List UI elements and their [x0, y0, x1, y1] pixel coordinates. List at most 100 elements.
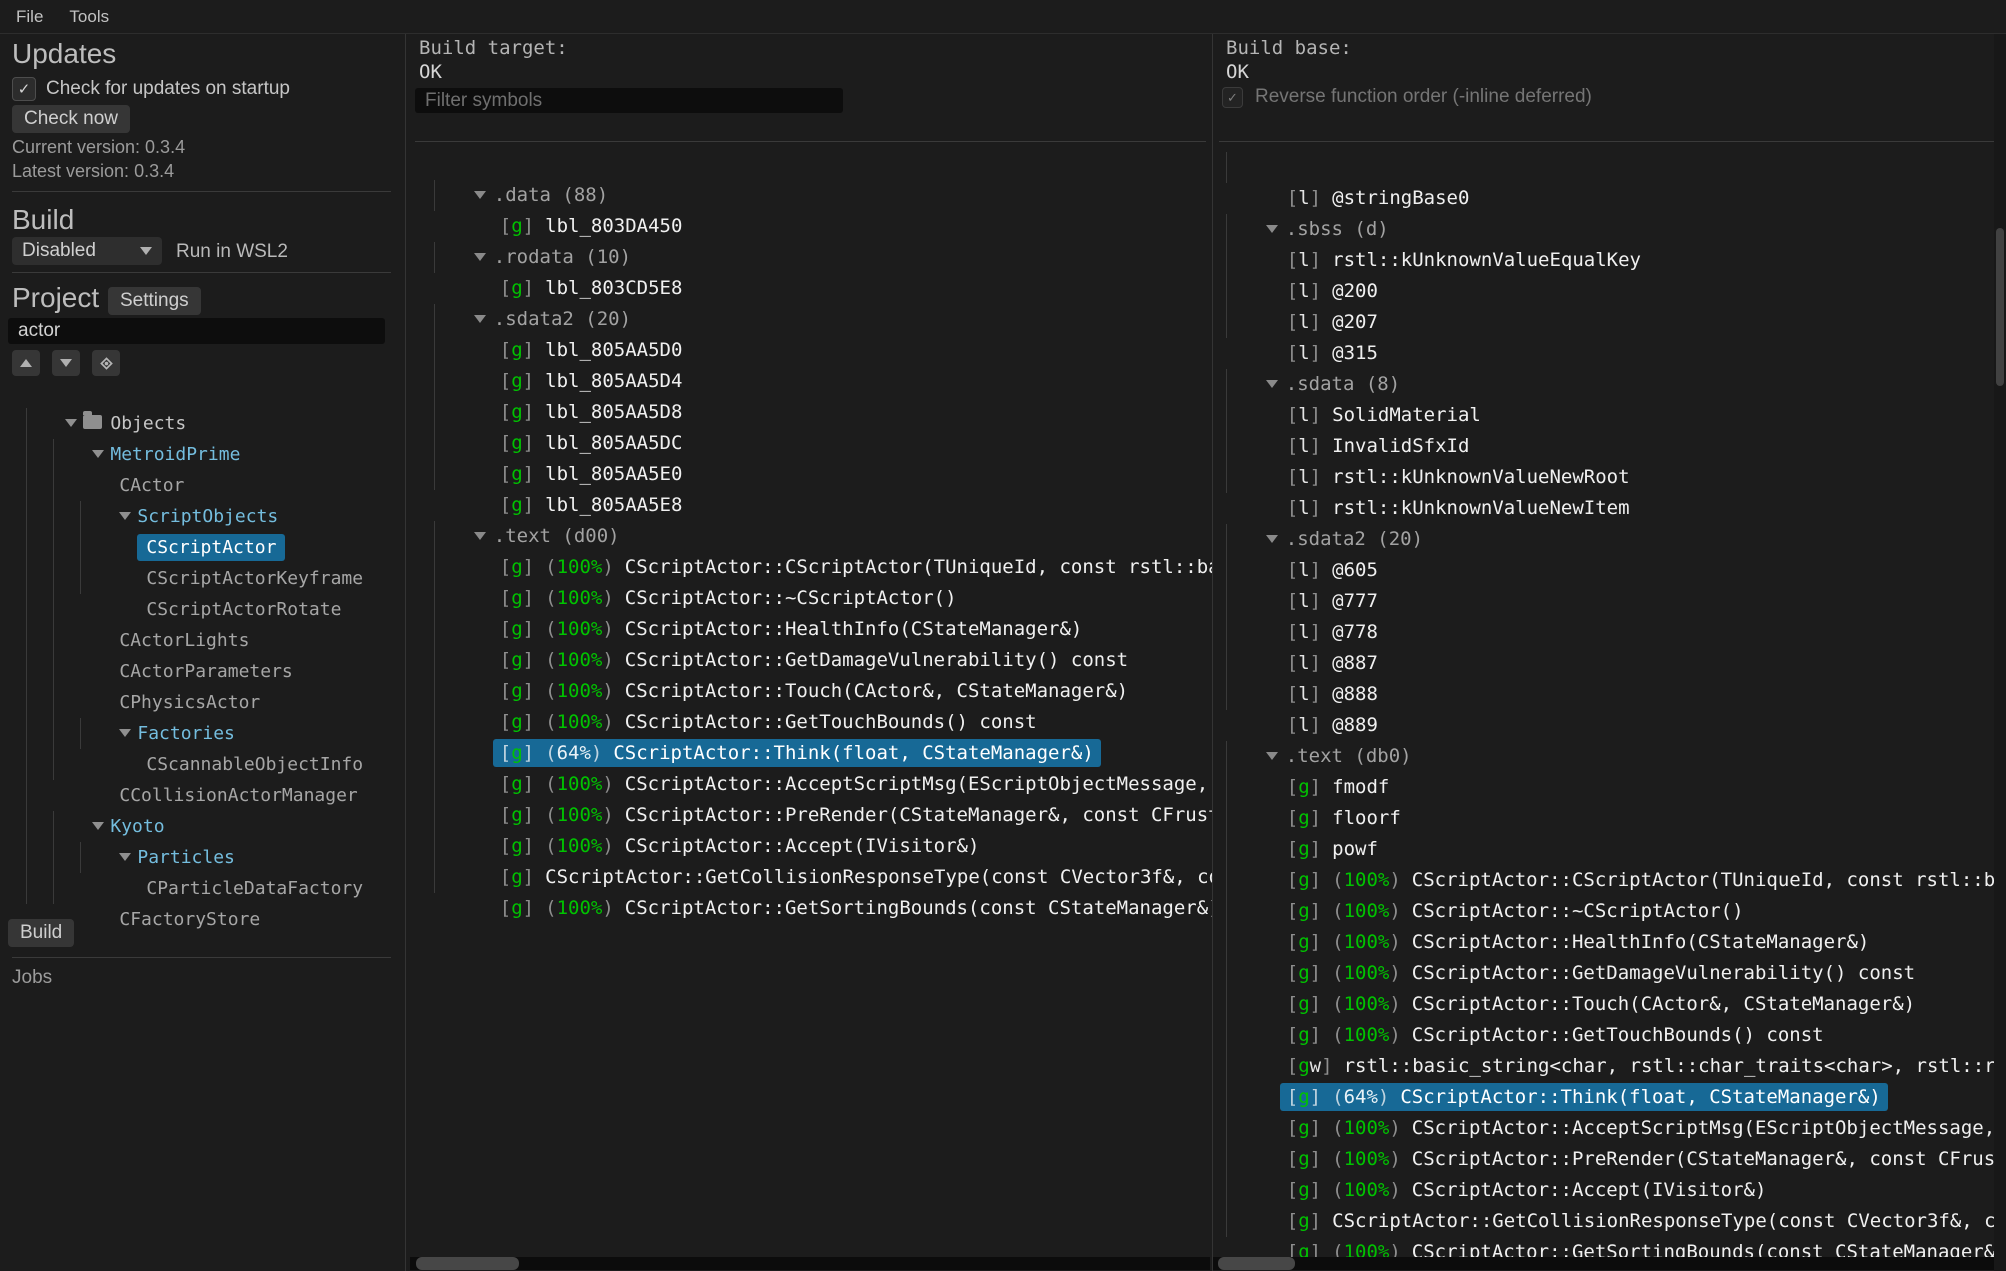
tree-item[interactable]: CScriptActorKeyframe — [0, 532, 405, 563]
symbol-row[interactable]: [g]lbl_803DA450 — [406, 180, 1212, 211]
symbol-row[interactable]: [g]CScriptActor::GetCollisionResponseTyp… — [1213, 1175, 2006, 1206]
filter-symbols-input[interactable]: Filter symbols — [415, 88, 843, 113]
symbol-row[interactable]: [g]fmodf — [1213, 741, 2006, 772]
symbol-row[interactable]: [l]@777 — [1213, 555, 2006, 586]
symbol-row[interactable]: [l]@stringBase0 — [1213, 152, 2006, 183]
build-button[interactable]: Build — [8, 919, 74, 947]
vertical-scrollbar[interactable] — [1994, 34, 2006, 1271]
menu-file[interactable]: File — [16, 7, 43, 27]
symbol-row[interactable]: [g]64%CScriptActor::Think(float, CStateM… — [406, 707, 1212, 738]
next-match-button[interactable] — [52, 350, 80, 376]
object-search-input[interactable]: actor — [8, 318, 385, 344]
symbol-row[interactable]: [g]powf — [1213, 803, 2006, 834]
symbol-row[interactable]: [g]100%CScriptActor::Touch(CActor&, CSta… — [406, 645, 1212, 676]
section-row[interactable]: .sbss (d) — [1213, 183, 2006, 214]
symbol-row[interactable]: [l]@889 — [1213, 679, 2006, 710]
symbol-row[interactable]: [l]@315 — [1213, 307, 2006, 338]
indent-guide — [53, 563, 54, 594]
symbol-row[interactable]: [g]100%CScriptActor::CScriptActor(TUniqu… — [406, 521, 1212, 552]
scrollbar-thumb[interactable] — [416, 1257, 519, 1270]
symbol-row[interactable]: [g]lbl_805AA5DC — [406, 397, 1212, 428]
symbol-row[interactable]: [g]100%CScriptActor::PreRender(CStateMan… — [1213, 1113, 2006, 1144]
symbol-row[interactable]: [g]100%CScriptActor::AcceptScriptMsg(ESc… — [1213, 1082, 2006, 1113]
tree-item[interactable]: Particles — [0, 811, 405, 842]
symbol-row[interactable]: [g]100%CScriptActor::GetDamageVulnerabil… — [1213, 927, 2006, 958]
symbol-row[interactable]: [g]lbl_805AA5E8 — [406, 459, 1212, 490]
checkbox-checked-icon[interactable] — [12, 77, 36, 101]
menu-tools[interactable]: Tools — [69, 7, 109, 27]
tree-item[interactable]: CActor — [0, 439, 405, 470]
symbol-row[interactable]: [l]SolidMaterial — [1213, 369, 2006, 400]
symbol-row[interactable]: [g]100%CScriptActor::GetDamageVulnerabil… — [406, 614, 1212, 645]
tree-item[interactable]: Objects — [0, 377, 405, 408]
scrollbar-thumb[interactable] — [1996, 228, 2004, 386]
tree-item[interactable]: CScriptActor — [0, 501, 405, 532]
tree-item[interactable]: CScannableObjectInfo — [0, 718, 405, 749]
tree-item[interactable]: CParticleDataFactory — [0, 842, 405, 873]
symbol-row[interactable]: [g]CScriptActor::GetCollisionResponseTyp… — [406, 831, 1212, 862]
locate-object-button[interactable] — [92, 350, 120, 376]
tree-item[interactable]: MetroidPrime — [0, 408, 405, 439]
tree-item[interactable]: CFactoryStore — [0, 873, 405, 904]
divider — [1219, 141, 2006, 142]
updates-startup-checkbox-row[interactable]: Check for updates on startup — [12, 77, 290, 101]
scrollbar-thumb[interactable] — [1218, 1257, 1295, 1270]
project-settings-button[interactable]: Settings — [108, 287, 201, 315]
section-row[interactable]: .data (88) — [406, 149, 1212, 180]
symbol-row[interactable]: [g]floorf — [1213, 772, 2006, 803]
symbol-row[interactable]: [l]@605 — [1213, 524, 2006, 555]
tree-item[interactable]: CActorParameters — [0, 625, 405, 656]
symbol-row[interactable]: [g]100%CScriptActor::PreRender(CStateMan… — [406, 769, 1212, 800]
symbol-row[interactable]: [l]@200 — [1213, 245, 2006, 276]
symbol-row[interactable]: [l]rstl::kUnknownValueEqualKey — [1213, 214, 2006, 245]
section-row[interactable]: .text (d00) — [406, 490, 1212, 521]
target-horizontal-scrollbar[interactable] — [410, 1257, 1210, 1270]
tree-item[interactable]: ScriptObjects — [0, 470, 405, 501]
tree-item[interactable]: CActorLights — [0, 594, 405, 625]
symbol-row[interactable]: [l]InvalidSfxId — [1213, 400, 2006, 431]
symbol-row[interactable]: [g]lbl_805AA5D0 — [406, 304, 1212, 335]
symbol-row[interactable]: [g]100%CScriptActor::Accept(IVisitor&) — [406, 800, 1212, 831]
prev-match-button[interactable] — [12, 350, 40, 376]
tree-item[interactable]: Kyoto — [0, 780, 405, 811]
symbol-row[interactable]: [g]100%CScriptActor::~CScriptActor() — [1213, 865, 2006, 896]
symbol-row[interactable]: [g]100%CScriptActor::GetSortingBounds(co… — [406, 862, 1212, 893]
symbol-row[interactable]: [g]100%CScriptActor::~CScriptActor() — [406, 552, 1212, 583]
symbol-row[interactable]: [g]lbl_805AA5D8 — [406, 366, 1212, 397]
symbol-row[interactable]: [g]100%CScriptActor::Accept(IVisitor&) — [1213, 1144, 2006, 1175]
symbol-row[interactable]: [g]100%CScriptActor::GetTouchBounds() co… — [1213, 989, 2006, 1020]
symbol-row[interactable]: [g]lbl_805AA5E0 — [406, 428, 1212, 459]
section-row[interactable]: .sdata2 (20) — [406, 273, 1212, 304]
section-row[interactable]: .text (db0) — [1213, 710, 2006, 741]
tree-item[interactable]: CPhysicsActor — [0, 656, 405, 687]
symbol-row[interactable]: [l]rstl::kUnknownValueNewItem — [1213, 462, 2006, 493]
symbol-row[interactable]: [gw]rstl::basic_string<char, rstl::char_… — [1213, 1020, 2006, 1051]
tree-item[interactable]: Factories — [0, 687, 405, 718]
arrow-down-icon — [60, 359, 72, 367]
symbol-row[interactable]: [l]@887 — [1213, 617, 2006, 648]
base-horizontal-scrollbar[interactable] — [1213, 1257, 2006, 1270]
symbol-row[interactable]: [l]rstl::kUnknownValueNewRoot — [1213, 431, 2006, 462]
symbol-row[interactable]: [g]100%CScriptActor::GetSortingBounds(co… — [1213, 1206, 2006, 1237]
section-row[interactable]: .rodata (10) — [406, 211, 1212, 242]
tree-item[interactable]: CCollisionActorManager — [0, 749, 405, 780]
symbol-row[interactable]: [l]@888 — [1213, 648, 2006, 679]
symbol-row[interactable]: [g]100%CScriptActor::CScriptActor(TUniqu… — [1213, 834, 2006, 865]
section-row[interactable]: .sdata (8) — [1213, 338, 2006, 369]
symbol-row[interactable]: [g]lbl_805AA5D4 — [406, 335, 1212, 366]
tree-item[interactable]: CScriptActorRotate — [0, 563, 405, 594]
symbol-row[interactable]: [g]100%CScriptActor::HealthInfo(CStateMa… — [1213, 896, 2006, 927]
symbol-row[interactable]: [g]100%CScriptActor::AcceptScriptMsg(ESc… — [406, 738, 1212, 769]
check-now-button[interactable]: Check now — [12, 105, 130, 133]
section-row[interactable]: .sdata2 (20) — [1213, 493, 2006, 524]
symbol-row[interactable]: [g]lbl_803CD5E8 — [406, 242, 1212, 273]
symbol-row[interactable]: [g]100%CScriptActor::HealthInfo(CStateMa… — [406, 583, 1212, 614]
build-mode-dropdown[interactable]: Disabled — [12, 237, 162, 265]
reverse-order-checkbox-row[interactable]: Reverse function order (-inline deferred… — [1222, 86, 1592, 108]
symbol-row[interactable]: [l]@778 — [1213, 586, 2006, 617]
symbol-row[interactable]: [g]64%CScriptActor::Think(float, CStateM… — [1213, 1051, 2006, 1082]
symbol-row[interactable]: [g]100%CScriptActor::GetTouchBounds() co… — [406, 676, 1212, 707]
symbol-row[interactable]: [l]@207 — [1213, 276, 2006, 307]
indent-guide — [26, 439, 27, 470]
symbol-row[interactable]: [g]100%CScriptActor::Touch(CActor&, CSta… — [1213, 958, 2006, 989]
